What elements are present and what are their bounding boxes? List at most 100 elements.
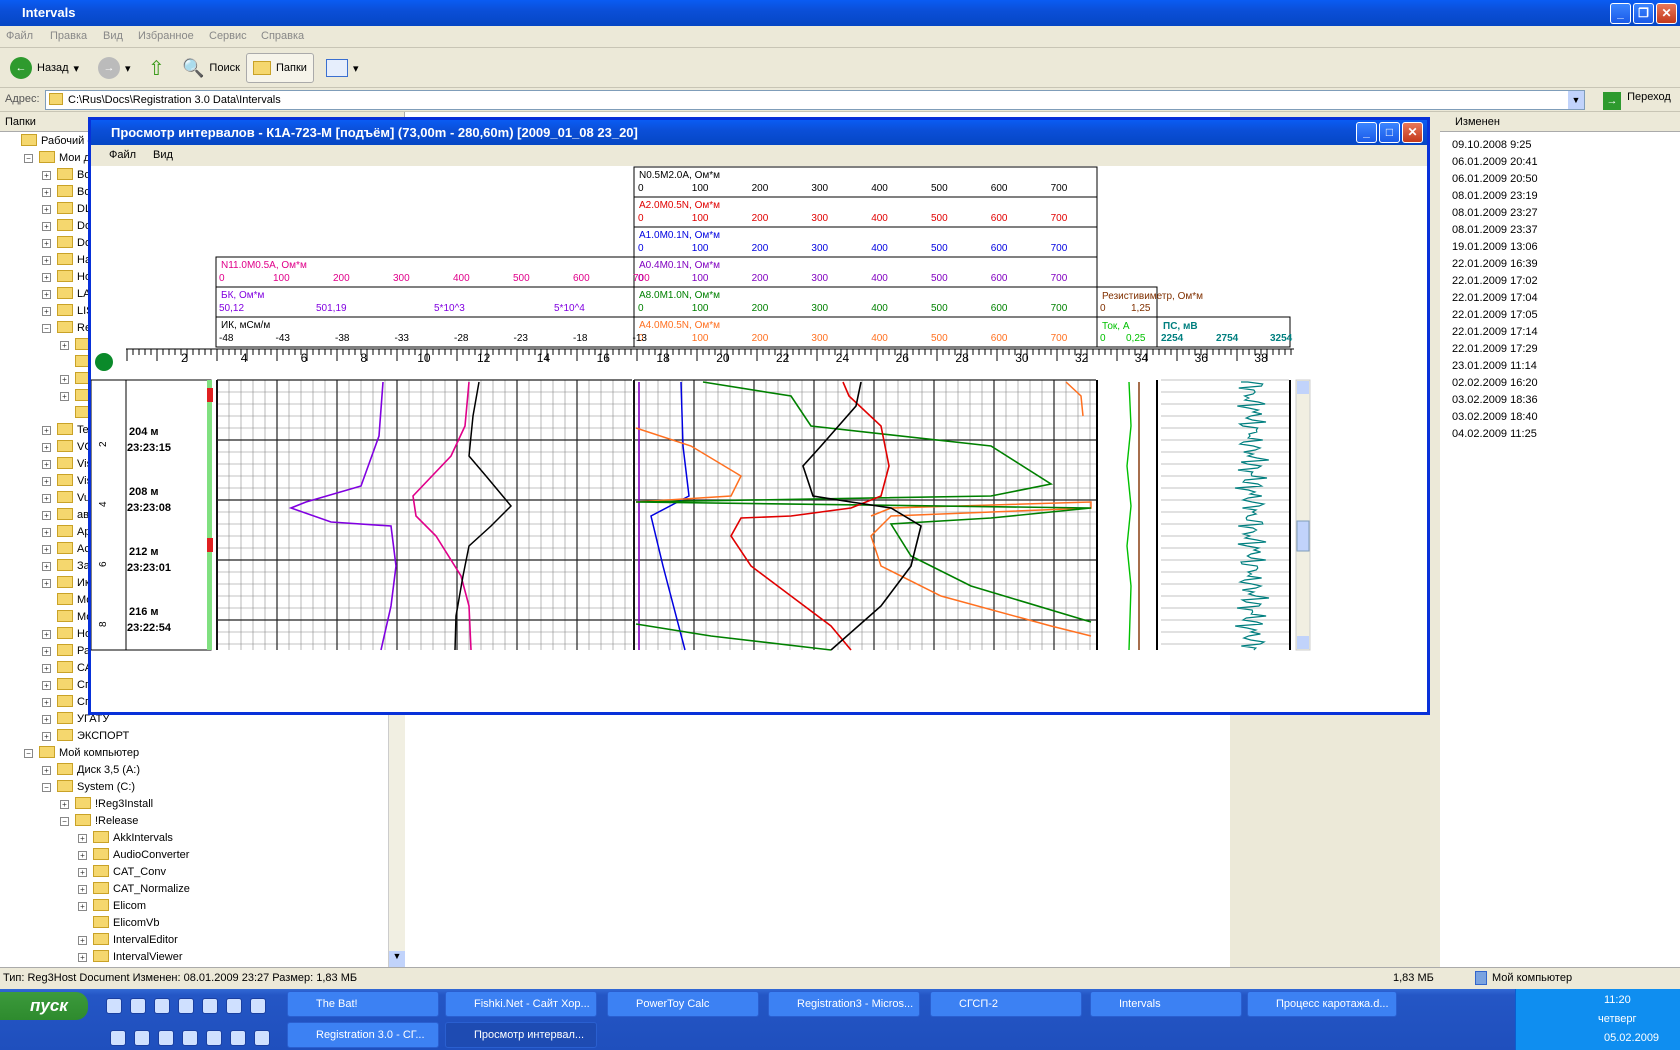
collapse-icon[interactable]: − [42, 324, 51, 333]
viewer-menu-file[interactable]: Файл [109, 149, 136, 161]
restore-button[interactable]: ❐ [1633, 3, 1654, 24]
taskbar-button[interactable]: Registration3 - Micros... [768, 991, 920, 1017]
quick-launch-icon[interactable] [130, 998, 146, 1014]
tree-item[interactable]: ElicomVb [78, 916, 159, 932]
expand-icon[interactable]: + [60, 341, 69, 350]
expand-icon[interactable]: + [42, 205, 51, 214]
expand-icon[interactable]: + [42, 562, 51, 571]
taskbar-button[interactable]: PowerToy Calc [607, 991, 759, 1017]
collapse-icon[interactable]: − [42, 783, 51, 792]
quick-launch-icon[interactable] [134, 1030, 150, 1046]
expand-icon[interactable]: + [42, 239, 51, 248]
tree-item[interactable]: + Elicom [78, 899, 146, 915]
expand-icon[interactable]: + [42, 698, 51, 707]
expand-icon[interactable]: + [42, 579, 51, 588]
expand-icon[interactable]: + [78, 868, 87, 877]
expand-icon[interactable]: + [78, 953, 87, 962]
modified-header[interactable]: Изменен [1440, 112, 1680, 132]
search-button[interactable]: 🔍 Поиск [176, 53, 246, 83]
expand-icon[interactable]: + [42, 307, 51, 316]
quick-launch-icon[interactable] [182, 1030, 198, 1046]
quick-launch-icon[interactable] [250, 998, 266, 1014]
expand-icon[interactable]: + [42, 494, 51, 503]
viewer-minimize-button[interactable]: _ [1356, 122, 1377, 143]
taskbar-button[interactable]: Просмотр интервал... [445, 1022, 597, 1048]
quick-launch-icon[interactable] [158, 1030, 174, 1046]
expand-icon[interactable]: + [78, 936, 87, 945]
tree-item[interactable]: + IntervalViewer [78, 950, 183, 966]
expand-icon[interactable]: + [42, 630, 51, 639]
tree-item[interactable]: + CAT_Normalize [78, 882, 190, 898]
address-dropdown-icon[interactable]: ▼ [1568, 91, 1584, 109]
expand-icon[interactable]: + [78, 834, 87, 843]
menu-1[interactable]: Правка [50, 30, 87, 42]
address-input[interactable]: C:\Rus\Docs\Registration 3.0 Data\Interv… [45, 90, 1585, 110]
close-button[interactable]: ✕ [1656, 3, 1677, 24]
taskbar-button[interactable]: The Bat! [287, 991, 439, 1017]
tree-item[interactable]: − Мой компьютер [24, 746, 139, 762]
taskbar-button[interactable]: Registration 3.0 - СГ... [287, 1022, 439, 1048]
expand-icon[interactable]: + [42, 545, 51, 554]
quick-launch-icon[interactable] [254, 1030, 270, 1046]
taskbar-button[interactable]: Intervals [1090, 991, 1242, 1017]
expand-icon[interactable]: + [42, 290, 51, 299]
viewer-maximize-button[interactable]: □ [1379, 122, 1400, 143]
tree-item[interactable]: − !Release [60, 814, 138, 830]
tree-item[interactable]: + ЭКСПОРТ [42, 729, 129, 745]
taskbar-button[interactable]: Процесс каротажа.d... [1247, 991, 1397, 1017]
expand-icon[interactable]: + [78, 902, 87, 911]
quick-launch-icon[interactable] [154, 998, 170, 1014]
quick-launch-icon[interactable] [226, 998, 242, 1014]
quick-launch-icon[interactable] [178, 998, 194, 1014]
expand-icon[interactable]: + [42, 188, 51, 197]
views-button[interactable]: ▾ [320, 53, 365, 83]
taskbar-button[interactable]: СГСП-2 [930, 991, 1082, 1017]
go-button[interactable]: → Переход [1603, 91, 1671, 110]
expand-icon[interactable]: + [42, 426, 51, 435]
expand-icon[interactable]: + [42, 273, 51, 282]
expand-icon[interactable]: + [78, 885, 87, 894]
quick-launch-icon[interactable] [206, 1030, 222, 1046]
tree-item[interactable]: + CAT_Conv [78, 865, 166, 881]
quick-launch-icon[interactable] [110, 1030, 126, 1046]
log-plot-svg[interactable]: N0.5M2.0A, Ом*м0 100 200 300 400 500 600 700A2.… [90, 166, 1427, 712]
expand-icon[interactable]: + [42, 256, 51, 265]
scroll-down-icon[interactable]: ▼ [389, 951, 405, 967]
collapse-icon[interactable]: − [24, 749, 33, 758]
menu-3[interactable]: Избранное [138, 30, 194, 42]
expand-icon[interactable]: + [42, 732, 51, 741]
expand-icon[interactable]: + [42, 715, 51, 724]
minimize-button[interactable]: _ [1610, 3, 1631, 24]
back-button[interactable]: ← Назад ▾ [4, 53, 85, 83]
tree-item[interactable]: + Диск 3,5 (A:) [42, 763, 140, 779]
expand-icon[interactable]: + [42, 477, 51, 486]
viewer-menu-view[interactable]: Вид [153, 149, 173, 161]
quick-launch-icon[interactable] [230, 1030, 246, 1046]
tree-item[interactable]: + AudioConverter [78, 848, 189, 864]
expand-icon[interactable]: + [42, 171, 51, 180]
up-button[interactable]: ⇧ [142, 53, 171, 83]
expand-icon[interactable]: + [60, 392, 69, 401]
expand-icon[interactable]: + [42, 766, 51, 775]
expand-icon[interactable]: + [42, 647, 51, 656]
collapse-icon[interactable]: − [24, 154, 33, 163]
menu-4[interactable]: Сервис [209, 30, 247, 42]
menu-5[interactable]: Справка [261, 30, 304, 42]
expand-icon[interactable]: + [42, 222, 51, 231]
viewer-close-button[interactable]: ✕ [1402, 122, 1423, 143]
folders-button[interactable]: Папки [246, 53, 314, 83]
expand-icon[interactable]: + [42, 681, 51, 690]
expand-icon[interactable]: + [60, 375, 69, 384]
expand-icon[interactable]: + [60, 800, 69, 809]
tree-item[interactable]: + LIS [42, 304, 94, 320]
start-button[interactable]: пуск [0, 992, 88, 1020]
menu-0[interactable]: Файл [6, 30, 33, 42]
expand-icon[interactable]: + [42, 528, 51, 537]
menu-2[interactable]: Вид [103, 30, 123, 42]
expand-icon[interactable]: + [42, 511, 51, 520]
quick-launch-icon[interactable] [106, 998, 122, 1014]
tree-item[interactable]: + AkkIntervals [78, 831, 173, 847]
tree-item[interactable]: − System (C:) [42, 780, 135, 796]
expand-icon[interactable]: + [78, 851, 87, 860]
expand-icon[interactable]: + [42, 664, 51, 673]
